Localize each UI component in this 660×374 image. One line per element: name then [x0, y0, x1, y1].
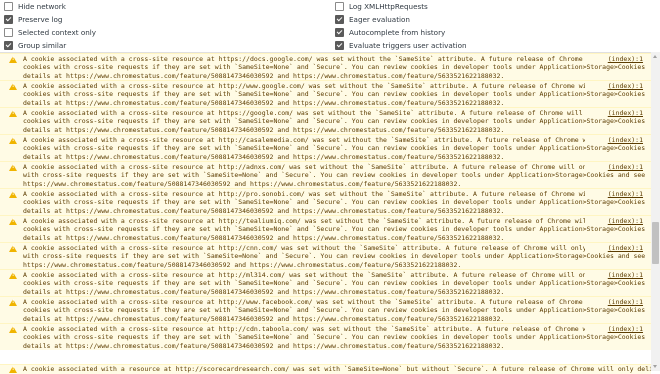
message-text-line[interactable]: cookies with cross-site requests if they… [23, 117, 647, 125]
message-text-line[interactable]: details at https://www.chromestatus.com/… [23, 234, 647, 242]
console-warning-message: (index):1 A cookie associated with a cros… [0, 80, 651, 107]
warning-icon [9, 366, 17, 373]
setting-selected-context-only[interactable]: Selected context only [4, 26, 96, 39]
message-text-line[interactable]: details at https://www.chromestatus.com/… [23, 207, 647, 215]
message-text-line[interactable]: A cookie associated with a cross-site re… [23, 217, 585, 225]
message-source-link[interactable]: (index):1 [604, 190, 643, 199]
message-text-line[interactable]: details at https://www.chromestatus.com/… [23, 153, 647, 161]
message-text-line[interactable]: A cookie associated with a cross-site re… [23, 136, 585, 144]
setting-label: Log XMLHttpRequests [349, 2, 428, 11]
message-text-line[interactable]: https://www.chromestatus.com/feature/508… [23, 180, 647, 188]
message-text-line[interactable]: A cookie associated with a cross-site re… [23, 82, 585, 90]
message-text-line[interactable]: with cross-site requests if they are set… [23, 252, 647, 260]
console-warning-message: (index):1 A cookie associated with a cros… [0, 134, 651, 161]
message-text-line[interactable]: A cookie associated with a cross-site re… [23, 163, 585, 171]
setting-preserve-log[interactable]: Preserve log [4, 13, 62, 26]
warning-icon [9, 218, 17, 225]
message-source-link[interactable]: (index):1 [604, 55, 643, 64]
message-source-link[interactable]: (index):1 [604, 244, 643, 253]
message-text-line[interactable]: A cookie associated with a cross-site re… [23, 109, 585, 117]
message-text-line[interactable]: https://www.chromestatus.com/feature/508… [23, 261, 647, 269]
console-warning-message: (index):1 A cookie associated with a cros… [0, 323, 651, 350]
checkbox[interactable] [4, 2, 13, 11]
message-text-line[interactable]: details at https://www.chromestatus.com/… [23, 72, 647, 80]
setting-evaluate-triggers-user-activation[interactable]: Evaluate triggers user activation [335, 39, 467, 52]
message-source-link[interactable]: (index):1 [604, 217, 643, 226]
message-source-link[interactable]: (index):1 [604, 163, 643, 172]
setting-hide-network[interactable]: Hide network [4, 0, 66, 13]
message-source-link[interactable]: (index):1 [604, 298, 643, 307]
message-text-line[interactable]: cookies with cross-site requests if they… [23, 90, 647, 98]
console-scrollbar[interactable] [651, 52, 660, 371]
message-text-line[interactable]: details at https://www.chromestatus.com/… [23, 288, 647, 296]
message-text-line[interactable]: A cookie associated with a cross-site re… [23, 190, 585, 198]
console-warning-message: (index):1 A cookie associated with a cros… [0, 215, 651, 242]
message-source-link[interactable]: (index):1 [604, 136, 643, 145]
console-warning-message: (index):1 A cookie associated with a cros… [0, 107, 651, 134]
warning-icon [9, 110, 17, 117]
message-text-line[interactable]: details at https://www.chromestatus.com/… [23, 315, 647, 323]
warning-icon [9, 326, 17, 333]
console-messages[interactable]: (index):1 A cookie associated with a cros… [0, 52, 651, 372]
message-text: A cookie associated with a resource at h… [23, 365, 651, 373]
setting-label: Autocomplete from history [349, 28, 446, 37]
message-text-line[interactable]: cookies with cross-site requests if they… [23, 333, 647, 341]
scroll-up-arrow-icon[interactable] [653, 55, 657, 58]
setting-label: Preserve log [18, 15, 63, 24]
message-text-line[interactable]: cookies with cross-site requests if they… [23, 144, 647, 152]
console-warning-message: (index):1 A cookie associated with a cros… [0, 296, 651, 323]
warning-icon [9, 137, 17, 144]
setting-label: Group similar [18, 41, 67, 50]
setting-eager-evaluation[interactable]: Eager evaluation [335, 13, 410, 26]
message-text-line[interactable]: A cookie associated with a cross-site re… [23, 298, 585, 306]
message-text-line[interactable]: A cookie associated with a cross-site re… [23, 271, 585, 279]
checkbox[interactable] [4, 15, 13, 24]
setting-label: Selected context only [18, 28, 97, 37]
setting-autocomplete-from-history[interactable]: Autocomplete from history [335, 26, 445, 39]
scroll-down-arrow-icon[interactable] [653, 365, 657, 368]
setting-label: Eager evaluation [349, 15, 410, 24]
console-message-partial: A cookie associated with a resource at h… [0, 364, 651, 374]
console-warning-message: (index):1 A cookie associated with a cros… [0, 242, 651, 269]
message-text-line[interactable]: A cookie associated with a cross-site re… [23, 325, 585, 333]
warning-icon [9, 272, 17, 279]
message-source-link[interactable]: (index):1 [604, 271, 643, 280]
setting-log-xmlhttprequests[interactable]: Log XMLHttpRequests [335, 0, 428, 13]
console-settings-panel: Hide network Preserve log Selected context… [0, 0, 660, 52]
warning-icon [9, 56, 17, 63]
message-text-line[interactable]: A cookie associated with a cross-site re… [23, 244, 585, 252]
scroll-thumb[interactable] [652, 222, 659, 264]
message-text-line[interactable]: cookies with cross-site requests if they… [23, 225, 647, 233]
checkbox[interactable] [335, 2, 344, 11]
message-text-line[interactable]: cookies with cross-site requests if they… [23, 63, 647, 71]
warning-icon [9, 83, 17, 90]
message-text-line[interactable]: details at https://www.chromestatus.com/… [23, 99, 647, 107]
setting-label: Hide network [18, 2, 66, 11]
checkbox[interactable] [335, 41, 344, 50]
console-warning-message: (index):1 A cookie associated with a cros… [0, 161, 651, 188]
setting-group-similar[interactable]: Group similar [4, 39, 66, 52]
message-text-line[interactable]: A cookie associated with a cross-site re… [23, 55, 585, 63]
warning-icon [9, 245, 17, 252]
message-text-line[interactable]: cookies with cross-site requests if they… [23, 279, 647, 287]
warning-icon [9, 191, 17, 198]
message-text-line[interactable]: cookies with cross-site requests if they… [23, 306, 647, 314]
message-text-line[interactable]: details at https://www.chromestatus.com/… [23, 342, 647, 350]
message-source-link[interactable]: (index):1 [604, 325, 643, 334]
console-warning-message: (index):1 A cookie associated with a cros… [0, 188, 651, 215]
message-text-line[interactable]: with cross-site requests if they are set… [23, 171, 647, 179]
checkbox[interactable] [4, 41, 13, 50]
warning-icon [9, 164, 17, 171]
checkbox[interactable] [335, 15, 344, 24]
checkbox[interactable] [4, 28, 13, 37]
warning-icon [9, 299, 17, 306]
message-text-line[interactable]: cookies with cross-site requests if they… [23, 198, 647, 206]
message-source-link[interactable]: (index):1 [604, 82, 643, 91]
message-text-line[interactable]: details at https://www.chromestatus.com/… [23, 126, 647, 134]
message-source-link[interactable]: (index):1 [604, 109, 643, 118]
console-warning-message: (index):1 A cookie associated with a cros… [0, 53, 651, 80]
setting-label: Evaluate triggers user activation [349, 41, 467, 50]
checkbox[interactable] [335, 28, 344, 37]
console-warning-message: (index):1 A cookie associated with a cros… [0, 269, 651, 296]
